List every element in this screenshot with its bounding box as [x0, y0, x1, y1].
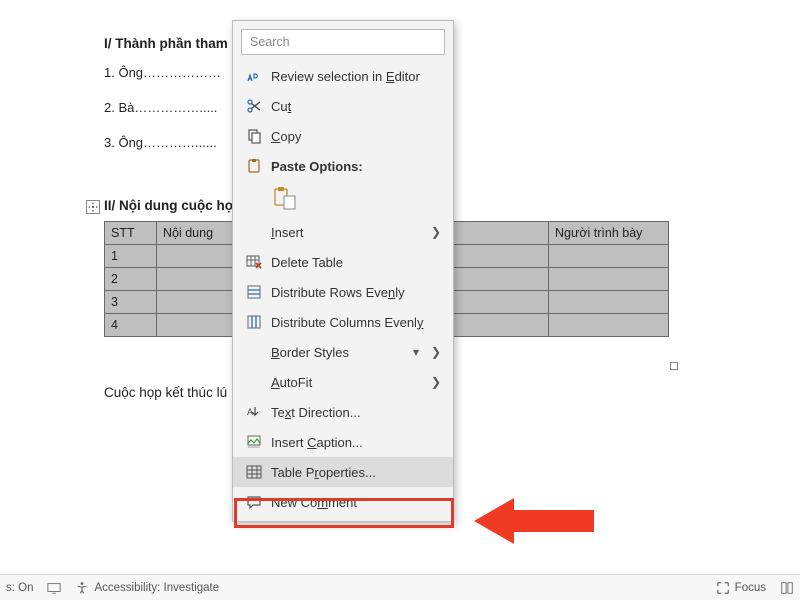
menu-label: Distribute Rows Evenly [265, 285, 443, 300]
menu-new-comment[interactable]: New Comment [233, 487, 453, 517]
menu-copy[interactable]: Copy [233, 121, 453, 151]
menu-label: Delete Table [265, 255, 443, 270]
table-header-cell[interactable]: STT [105, 222, 157, 245]
chevron-right-icon: ❯ [429, 375, 443, 389]
menu-label: Review selection in Editor [265, 69, 443, 84]
distribute-rows-icon [243, 284, 265, 300]
clipboard-icon [243, 158, 265, 174]
chevron-down-icon: ▾ [409, 345, 423, 359]
status-text: Focus [735, 582, 766, 594]
menu-insert[interactable]: Insert ❯ [233, 217, 453, 247]
menu-label: Distribute Columns Evenly [265, 315, 443, 330]
status-bar: s: On Accessibility: Investigate Focus [0, 574, 800, 600]
focus-icon [716, 581, 730, 595]
chevron-right-icon: ❯ [429, 345, 443, 359]
context-menu: Search Review selection in Editor Cut Co… [232, 20, 454, 522]
cell[interactable]: 2 [105, 268, 157, 291]
menu-label: Insert [265, 225, 429, 240]
menu-distribute-columns[interactable]: Distribute Columns Evenly [233, 307, 453, 337]
menu-border-styles[interactable]: Border Styles ▾ ❯ [233, 337, 453, 367]
scissors-icon [243, 98, 265, 114]
status-display-settings[interactable] [47, 581, 61, 595]
menu-label: Copy [265, 129, 443, 144]
accessibility-icon [75, 581, 89, 595]
menu-cut[interactable]: Cut [233, 91, 453, 121]
menu-label: Text Direction... [265, 405, 443, 420]
paste-option-keep-source[interactable] [271, 183, 299, 213]
menu-review-in-editor[interactable]: Review selection in Editor [233, 61, 453, 91]
table-resize-handle-icon[interactable] [670, 362, 678, 370]
menu-table-properties[interactable]: Table Properties... [233, 457, 453, 487]
menu-label: New Comment [265, 495, 443, 510]
status-text: s: On [6, 582, 33, 594]
menu-label: Paste Options: [265, 159, 443, 174]
cell[interactable] [549, 245, 669, 268]
comment-icon [243, 494, 265, 510]
chevron-right-icon: ❯ [429, 225, 443, 239]
menu-distribute-rows[interactable]: Distribute Rows Evenly [233, 277, 453, 307]
menu-paste-options-header: Paste Options: [233, 151, 453, 181]
cell[interactable]: 4 [105, 314, 157, 337]
print-layout-icon [780, 581, 794, 595]
status-text: Accessibility: Investigate [94, 582, 219, 594]
search-placeholder: Search [250, 35, 290, 49]
cell[interactable] [157, 245, 243, 268]
distribute-columns-icon [243, 314, 265, 330]
cell[interactable] [157, 291, 243, 314]
display-icon [47, 581, 61, 595]
status-accessibility[interactable]: Accessibility: Investigate [75, 581, 219, 595]
cell[interactable] [549, 314, 669, 337]
copy-icon [243, 128, 265, 144]
status-view-print[interactable] [780, 581, 794, 595]
cell[interactable]: 1 [105, 245, 157, 268]
menu-label: Table Properties... [265, 465, 443, 480]
status-focus[interactable]: Focus [716, 581, 766, 595]
status-left[interactable]: s: On [6, 582, 33, 594]
editor-icon [243, 68, 265, 84]
text-direction-icon: A [243, 404, 265, 420]
menu-delete-table[interactable]: Delete Table [233, 247, 453, 277]
cell[interactable] [549, 291, 669, 314]
cell[interactable] [549, 268, 669, 291]
callout-arrow-icon [474, 494, 594, 548]
menu-label: Cut [265, 99, 443, 114]
menu-label: Border Styles [265, 345, 409, 360]
table-properties-icon [243, 464, 265, 480]
cell[interactable] [157, 268, 243, 291]
menu-text-direction[interactable]: A Text Direction... [233, 397, 453, 427]
menu-label: Insert Caption... [265, 435, 443, 450]
menu-insert-caption[interactable]: Insert Caption... [233, 427, 453, 457]
menu-search-input[interactable]: Search [241, 29, 445, 55]
table-move-handle-icon[interactable] [86, 200, 100, 214]
table-header-cell[interactable]: Người trình bày [549, 222, 669, 245]
delete-table-icon [243, 254, 265, 270]
table-header-cell[interactable]: Nội dung [157, 222, 243, 245]
caption-icon [243, 434, 265, 450]
cell[interactable]: 3 [105, 291, 157, 314]
cell[interactable] [157, 314, 243, 337]
menu-label: AutoFit [265, 375, 429, 390]
menu-autofit[interactable]: AutoFit ❯ [233, 367, 453, 397]
